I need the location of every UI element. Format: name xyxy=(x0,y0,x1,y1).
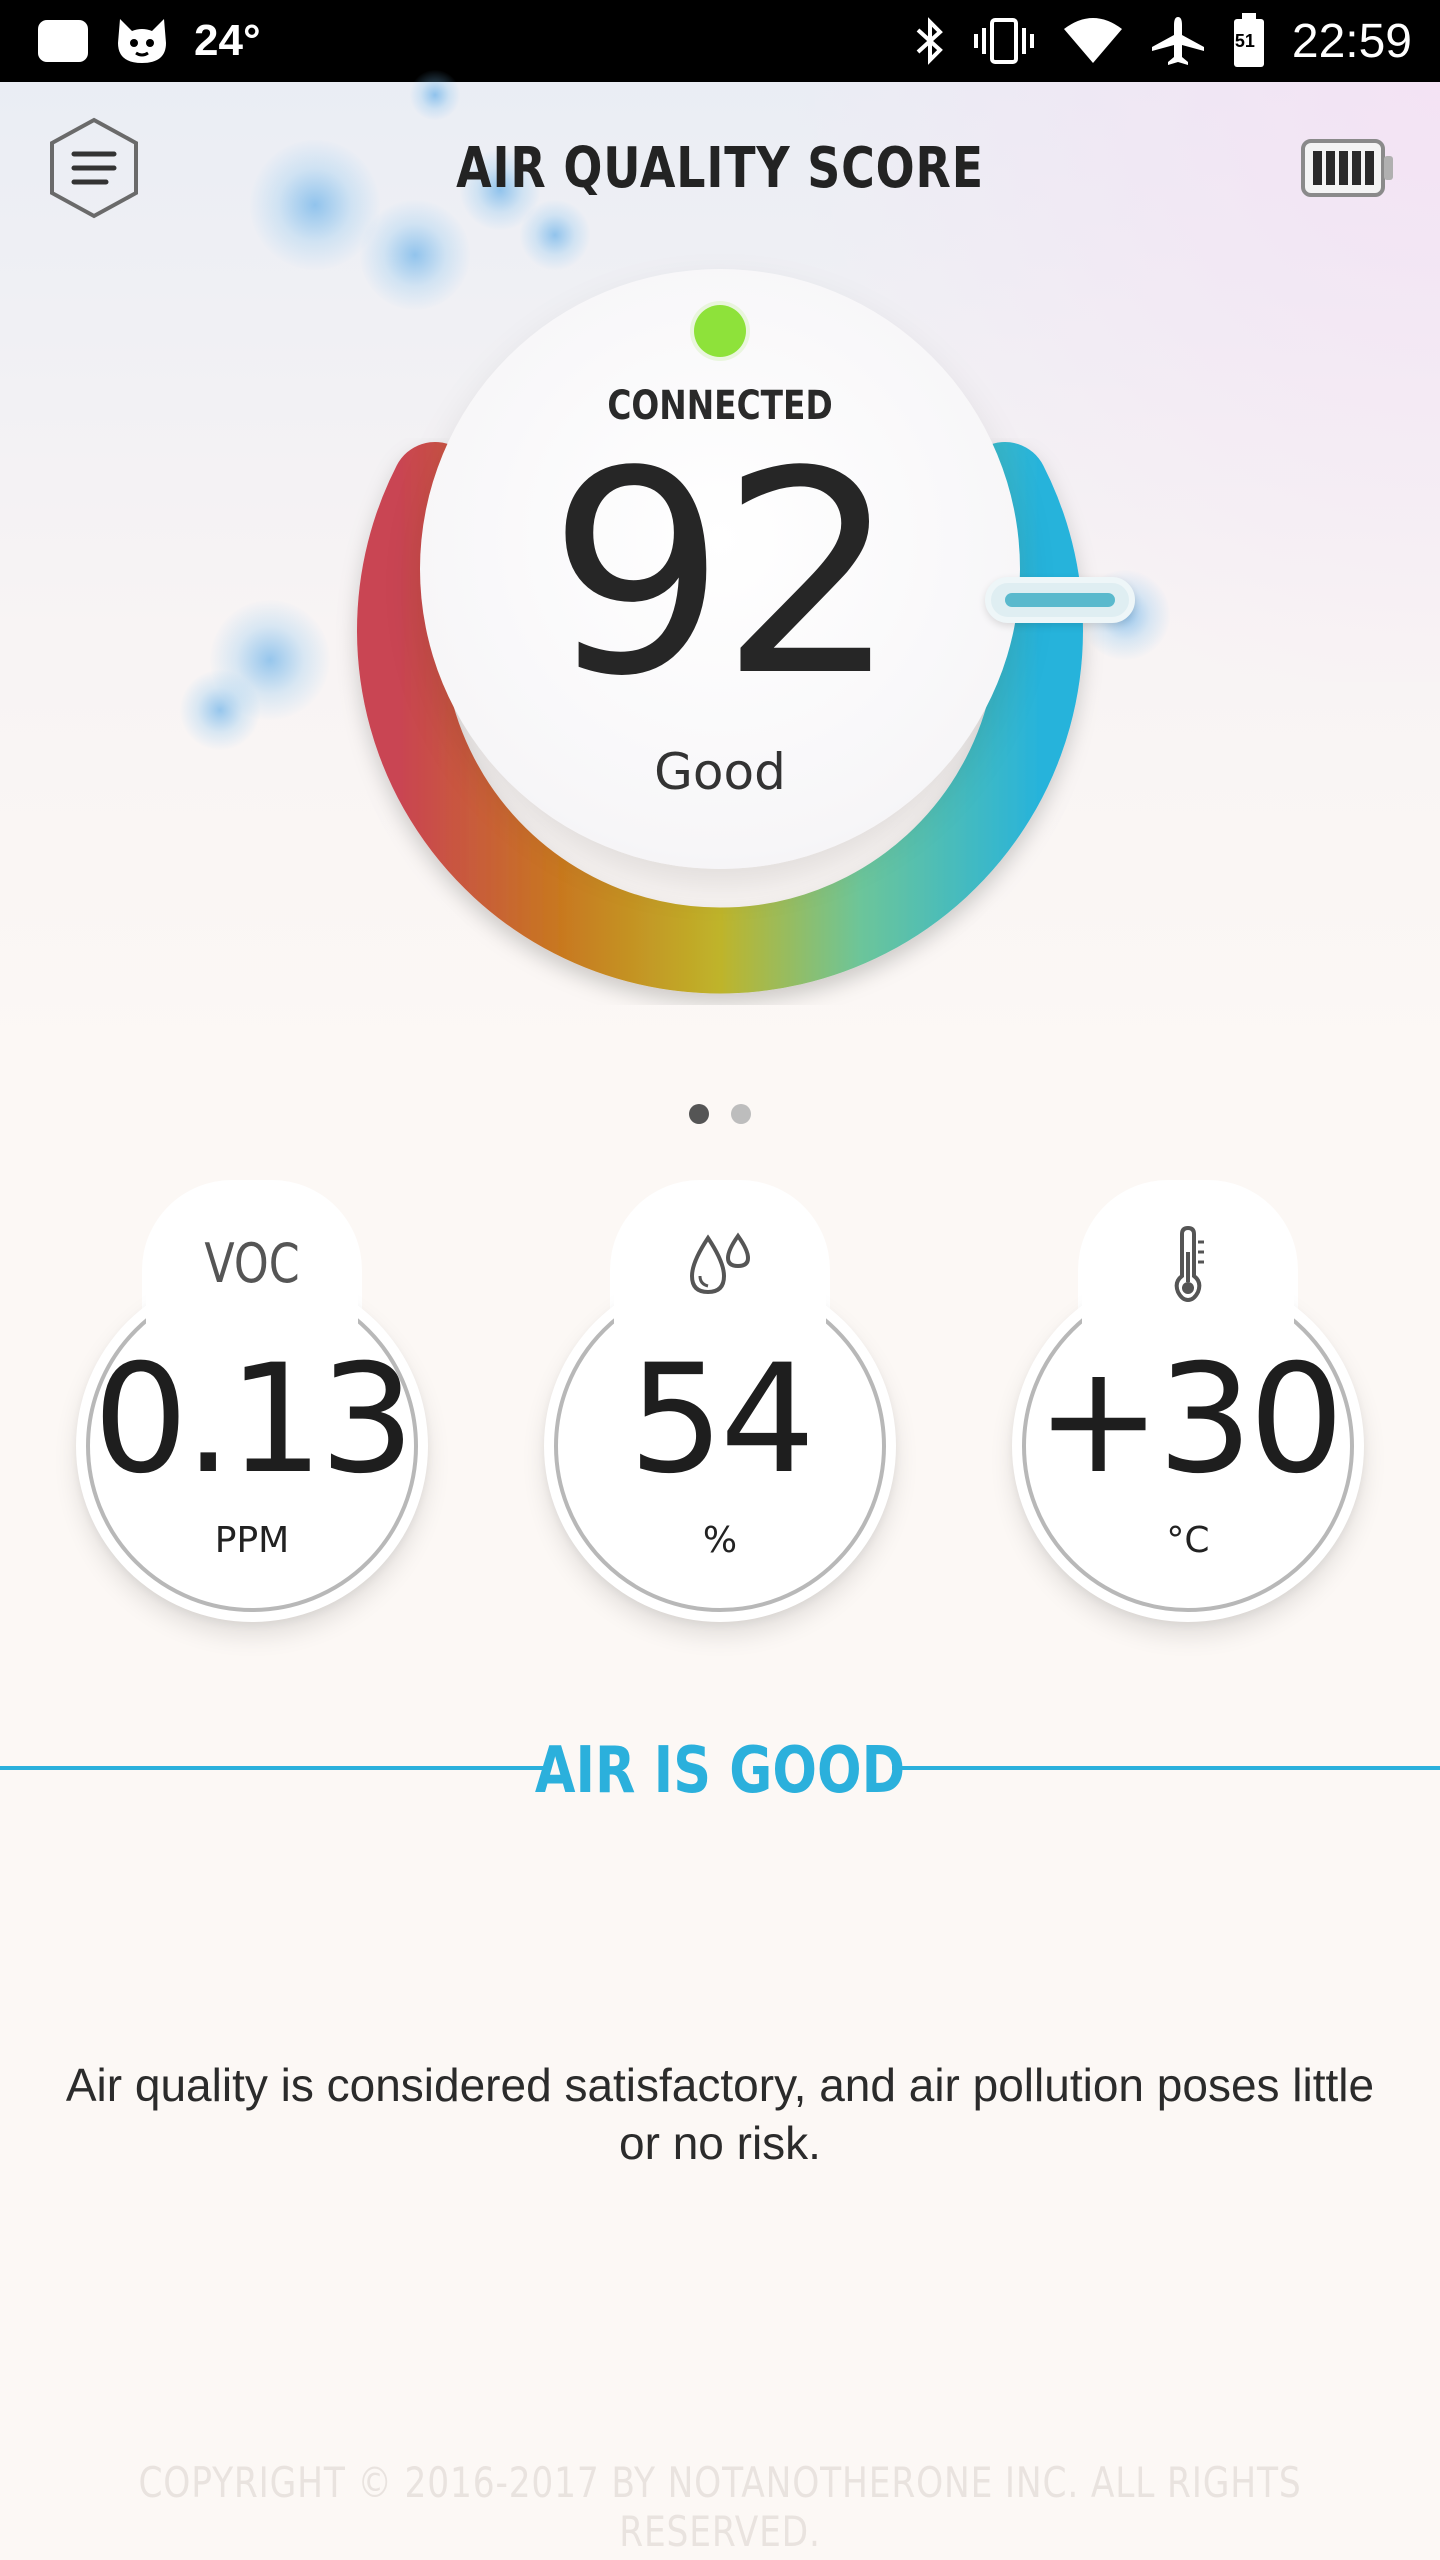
page-indicator xyxy=(0,1104,1440,1124)
page-dot-1[interactable] xyxy=(689,1104,709,1124)
connection-indicator xyxy=(694,305,746,357)
humidity-drops-icon xyxy=(680,1224,760,1304)
status-temperature: 24° xyxy=(194,16,261,65)
wifi-icon xyxy=(1062,17,1124,65)
thermometer-icon xyxy=(1148,1224,1228,1304)
status-bar: 24° 51 22:59 xyxy=(0,0,1440,82)
status-time: 22:59 xyxy=(1291,14,1412,68)
air-quality-score: 92 xyxy=(547,412,898,738)
bluetooth-icon xyxy=(914,16,946,66)
airplane-icon xyxy=(1150,15,1206,67)
temperature-unit: °C xyxy=(1166,1520,1210,1561)
voc-value: 0.13 xyxy=(93,1333,415,1507)
air-quality-rating: Good xyxy=(654,743,786,801)
notification-icon xyxy=(36,18,90,64)
status-headline: AIR IS GOOD xyxy=(534,1734,906,1808)
voc-label: VOC xyxy=(204,1232,300,1295)
temperature-value: +30 xyxy=(1035,1333,1345,1507)
humidity-unit: % xyxy=(702,1520,738,1561)
air-quality-gauge: CONNECTED 92 Good xyxy=(330,265,1135,1005)
app-header: AIR QUALITY SCORE xyxy=(0,82,1440,262)
battery-percent: 51 xyxy=(1234,31,1255,51)
voc-metric[interactable]: VOC 0.13 PPM xyxy=(76,1180,428,1622)
page-title: AIR QUALITY SCORE xyxy=(456,136,984,201)
page-dot-2[interactable] xyxy=(731,1104,751,1124)
status-description: Air quality is considered satisfactory, … xyxy=(65,2059,1375,2169)
cat-icon xyxy=(114,15,170,67)
copyright-notice: COPYRIGHT © 2016-2017 BY NOTANOTHERONE I… xyxy=(138,2458,1302,2556)
humidity-metric[interactable]: 54 % xyxy=(544,1180,896,1622)
vibrate-icon xyxy=(972,16,1036,66)
battery-status-icon: 51 xyxy=(1232,13,1266,69)
gauge-slider-handle[interactable] xyxy=(985,577,1135,623)
voc-unit: PPM xyxy=(214,1520,290,1561)
temperature-metric[interactable]: +30 °C xyxy=(1012,1180,1364,1622)
device-battery-icon[interactable] xyxy=(1300,138,1396,198)
humidity-value: 54 xyxy=(628,1333,816,1507)
